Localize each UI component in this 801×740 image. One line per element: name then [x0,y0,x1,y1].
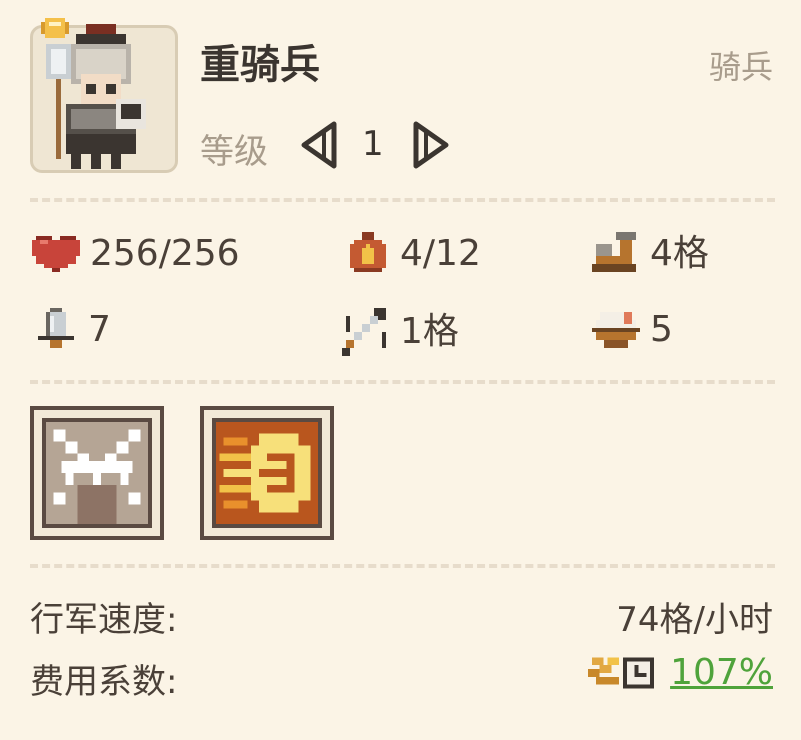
unit-name: 重骑兵 [200,42,320,88]
wheat-clock-icon [588,656,655,689]
attack-value: 7 [88,309,111,350]
bow-range-icon [342,308,386,356]
march-speed-label: 行军速度: [30,600,178,640]
boot-icon [592,232,636,272]
unit-type: 骑兵 [708,48,773,86]
stat-move: 4格 [592,232,709,276]
cost-value-group: 107% [588,652,773,693]
stat-hp: 256/256 [32,232,240,276]
stat-attack: 7 [34,308,111,352]
heart-icon [32,236,80,272]
stat-fire: 4/12 [346,232,481,276]
move-value: 4格 [650,233,709,274]
range-value: 1格 [400,311,459,352]
food-badge-icon [41,18,69,38]
divider [30,564,775,568]
fire-pouch-icon [350,232,386,272]
unit-card: 重骑兵 骑兵 等级 1 256/256 4/12 4格 7 1格 5 行军速度:… [0,0,801,740]
divider [30,380,775,384]
stat-range: 1格 [342,308,459,356]
stat-food: 5 [592,308,673,352]
hp-value: 256/256 [90,233,240,274]
crossed-weapons-skill-icon[interactable] [30,405,164,541]
level-label: 等级 [200,132,268,172]
level-decrease-button[interactable] [298,120,340,170]
food-value: 5 [650,309,673,350]
fire-value: 4/12 [400,233,481,274]
level-value: 1 [362,124,384,164]
rice-bowl-icon [592,312,640,348]
divider [30,198,775,202]
cost-percent[interactable]: 107% [670,652,773,693]
fire-charge-skill-icon[interactable] [200,405,334,541]
march-speed-value: 74格/小时 [616,600,773,640]
cost-label: 费用系数: [30,662,178,702]
unit-portrait [30,18,178,173]
sword-icon [38,308,74,348]
level-increase-button[interactable] [410,120,452,170]
